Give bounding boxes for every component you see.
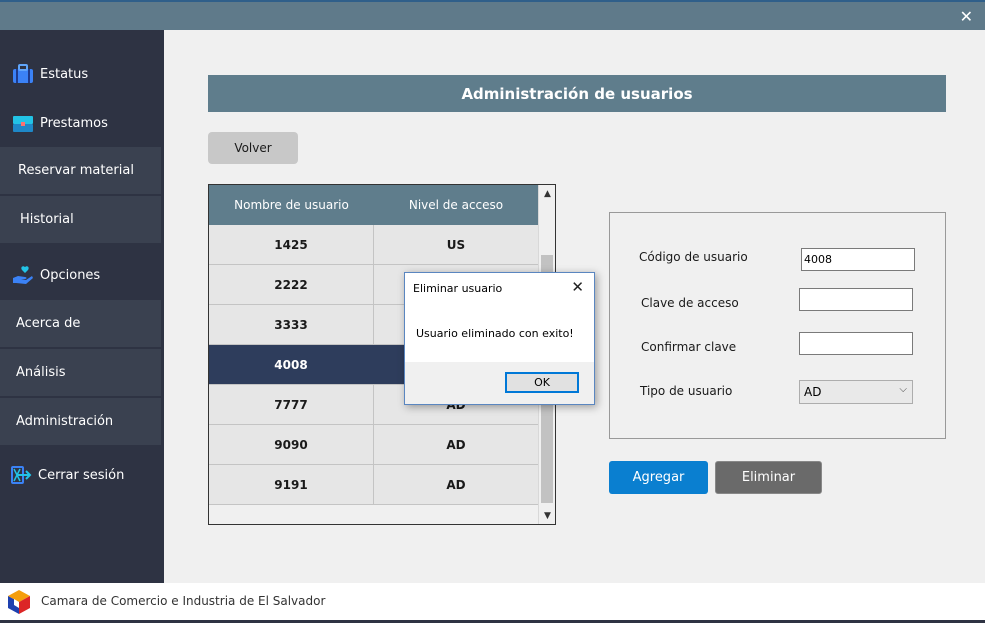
sidebar-item-label: Análisis <box>16 365 66 380</box>
cell-usuario: 9090 <box>209 425 374 464</box>
sidebar-item-cerrar-sesion[interactable]: Cerrar sesión <box>0 451 164 499</box>
cell-usuario: 1425 <box>209 225 374 264</box>
logo-icon <box>8 590 30 614</box>
sidebar-item-label: Estatus <box>40 66 89 82</box>
table-header: Nombre de usuario Nivel de acceso <box>209 185 538 225</box>
confirmar-label: Confirmar clave <box>641 340 737 354</box>
message-dialog: Eliminar usuario ✕ Usuario eliminado con… <box>404 272 595 405</box>
dialog-message: Usuario eliminado con exito! <box>416 327 574 340</box>
sidebar-item-administracion[interactable]: Administración <box>0 398 161 445</box>
sidebar-item-reservar[interactable]: Reservar material <box>0 147 161 194</box>
agregar-button[interactable]: Agregar <box>609 461 708 494</box>
sidebar-item-label: Opciones <box>40 267 101 283</box>
volver-button[interactable]: Volver <box>208 132 298 164</box>
user-form-panel <box>609 212 946 439</box>
sidebar-item-label: Cerrar sesión <box>38 467 125 483</box>
sidebar-item-label: Reservar material <box>18 163 134 178</box>
codigo-label: Código de usuario <box>639 250 748 264</box>
ok-button[interactable]: OK <box>505 372 579 393</box>
cell-nivel: US <box>446 237 466 252</box>
logout-icon <box>11 466 32 484</box>
chevron-down-icon[interactable]: ▼ <box>539 507 555 524</box>
cell-nivel: AD <box>446 437 466 452</box>
briefcase-icon <box>13 64 33 83</box>
tipo-select-value: AD <box>804 385 822 399</box>
sidebar-item-acerca[interactable]: Acerca de <box>0 300 161 347</box>
dialog-title: Eliminar usuario <box>413 282 503 295</box>
close-icon[interactable]: ✕ <box>571 278 584 296</box>
sidebar-item-prestamos[interactable]: Prestamos <box>0 99 164 147</box>
table-row[interactable]: 9191 AD <box>209 465 538 505</box>
table-row[interactable]: 1425 US <box>209 225 538 265</box>
footer: Camara de Comercio e Industria de El Sal… <box>0 583 985 620</box>
window-close-icon[interactable]: ✕ <box>960 7 973 26</box>
column-header-nivel: Nivel de acceso <box>408 198 504 212</box>
page-title: Administración de usuarios <box>208 75 946 112</box>
sidebar-item-historial[interactable]: Historial <box>0 196 161 243</box>
org-name: Camara de Comercio e Industria de El Sal… <box>41 594 326 608</box>
sidebar-item-label: Acerca de <box>16 316 81 331</box>
cell-nivel: AD <box>446 477 466 492</box>
sidebar-item-label: Historial <box>20 212 74 227</box>
chevron-down-icon: ⌵ <box>899 384 907 395</box>
cell-usuario: 4008 <box>209 345 374 384</box>
column-header-usuario: Nombre de usuario <box>234 198 349 212</box>
sidebar: Estatus Prestamos Reservar material Hist… <box>0 30 164 583</box>
sidebar-item-analisis[interactable]: Análisis <box>0 349 161 396</box>
sidebar-item-opciones[interactable]: Opciones <box>0 251 164 299</box>
confirmar-input[interactable] <box>799 332 913 355</box>
sidebar-item-estatus[interactable]: Estatus <box>0 50 164 98</box>
chevron-up-icon[interactable]: ▲ <box>539 185 555 202</box>
sidebar-item-label: Administración <box>16 414 114 429</box>
cell-usuario: 2222 <box>209 265 374 304</box>
tipo-label: Tipo de usuario <box>640 384 733 398</box>
cell-usuario: 3333 <box>209 305 374 344</box>
cell-usuario: 9191 <box>209 465 374 504</box>
clave-label: Clave de acceso <box>641 296 739 310</box>
title-bar: ✕ <box>0 0 985 30</box>
dialog-footer: OK <box>405 362 594 404</box>
toolbox-icon <box>13 116 33 132</box>
table-row[interactable]: 9090 AD <box>209 425 538 465</box>
tipo-select[interactable]: AD ⌵ <box>799 380 913 404</box>
clave-input[interactable] <box>799 288 913 311</box>
hand-heart-icon <box>13 266 33 284</box>
codigo-input[interactable] <box>801 248 915 271</box>
eliminar-button[interactable]: Eliminar <box>715 461 822 494</box>
cell-usuario: 7777 <box>209 385 374 424</box>
sidebar-item-label: Prestamos <box>40 115 108 131</box>
